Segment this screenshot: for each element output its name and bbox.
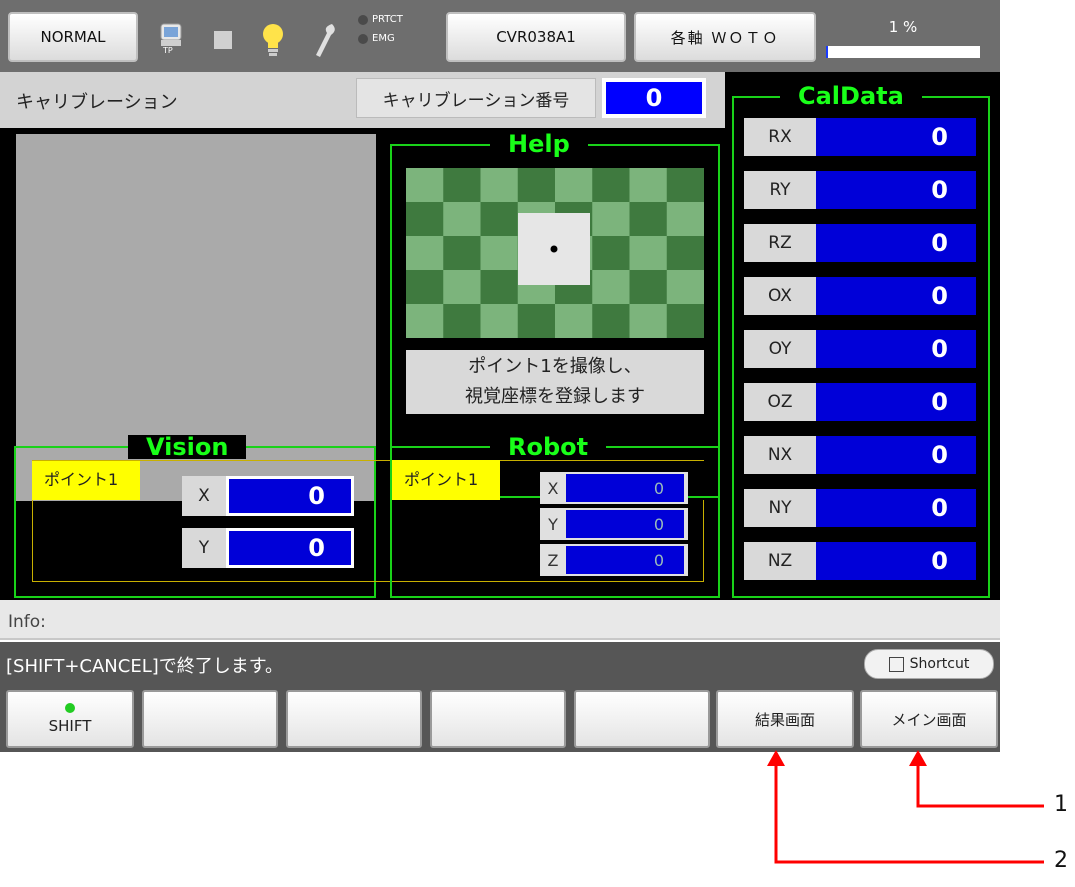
callout-arrows (767, 750, 1044, 864)
callout-label-2: 2 (1054, 848, 1068, 873)
callout-arrow-1 (909, 750, 1044, 808)
callout-label-1: 1 (1054, 792, 1068, 817)
